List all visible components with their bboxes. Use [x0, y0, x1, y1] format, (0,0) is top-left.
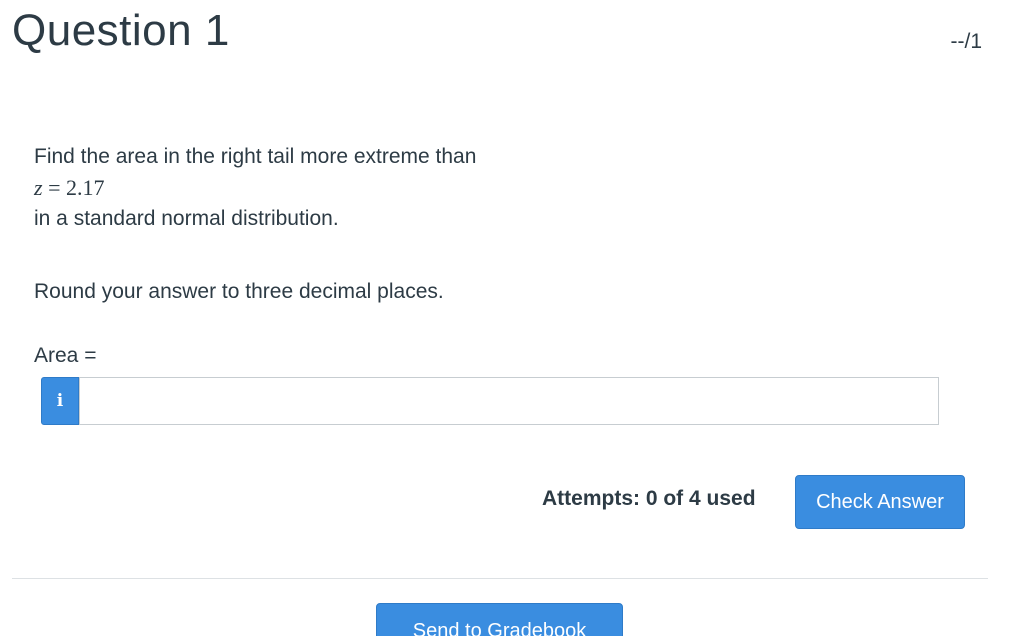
- answer-row: i: [41, 377, 939, 425]
- check-answer-button[interactable]: Check Answer: [795, 475, 965, 529]
- attempts-counter: Attempts: 0 of 4 used: [542, 487, 756, 510]
- info-icon[interactable]: i: [41, 377, 79, 425]
- prompt-line-1: Find the area in the right tail more ext…: [34, 145, 477, 168]
- math-expression: z = 2.17: [34, 172, 954, 204]
- question-score: --/1: [950, 30, 983, 53]
- question-prompt: Find the area in the right tail more ext…: [34, 142, 954, 234]
- divider: [12, 578, 988, 579]
- rounding-instruction: Round your answer to three decimal place…: [34, 280, 444, 303]
- question-title: Question 1: [12, 6, 230, 55]
- math-value: = 2.17: [42, 175, 105, 200]
- send-to-gradebook-button[interactable]: Send to Gradebook: [376, 603, 623, 636]
- answer-label: Area =: [34, 344, 97, 367]
- answer-input[interactable]: [79, 377, 939, 425]
- prompt-line-2: in a standard normal distribution.: [34, 207, 339, 230]
- question-page: Question 1 --/1 Find the area in the rig…: [0, 0, 1024, 636]
- math-variable: z: [34, 175, 43, 200]
